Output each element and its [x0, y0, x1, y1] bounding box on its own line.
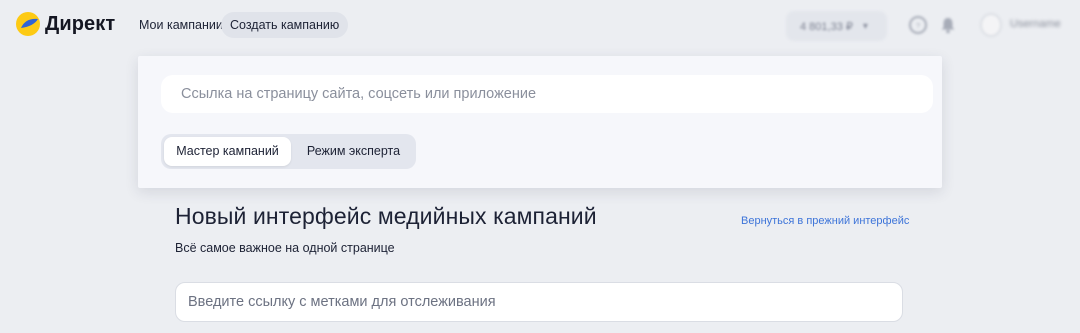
mode-switch: Мастер кампаний Режим эксперта	[161, 134, 416, 169]
svg-text:?: ?	[916, 21, 921, 30]
nav-my-campaigns[interactable]: Мои кампании	[130, 12, 232, 38]
back-to-old-interface-link[interactable]: Вернуться в прежний интерфейс	[741, 215, 909, 227]
mode-master-button[interactable]: Мастер кампаний	[164, 137, 291, 166]
balance-value: 4 801,33 ₽	[800, 20, 853, 33]
create-campaign-panel: Мастер кампаний Режим эксперта	[138, 56, 942, 188]
help-icon[interactable]: ?	[909, 16, 927, 34]
logo-link[interactable]: Директ	[16, 12, 115, 36]
bell-icon[interactable]	[939, 16, 957, 34]
site-url-input[interactable]	[161, 75, 933, 113]
yandex-direct-logo-icon	[16, 12, 40, 36]
logo-text: Директ	[45, 12, 116, 35]
mode-expert-button[interactable]: Режим эксперта	[295, 137, 412, 166]
user-avatar-icon[interactable]	[980, 13, 1002, 37]
page-subtitle: Всё самое важное на одной странице	[175, 241, 395, 255]
tracking-url-input[interactable]	[175, 282, 903, 322]
nav-create-campaign[interactable]: Создать кампанию	[221, 12, 349, 38]
username[interactable]: Username	[1010, 18, 1061, 30]
page-title: Новый интерфейс медийных кампаний	[175, 203, 597, 229]
chevron-down-icon: ▾	[862, 20, 868, 32]
balance-dropdown[interactable]: 4 801,33 ₽ ▾	[786, 11, 887, 41]
top-header: Директ Мои кампании Создать кампанию 4 8…	[0, 0, 1080, 50]
